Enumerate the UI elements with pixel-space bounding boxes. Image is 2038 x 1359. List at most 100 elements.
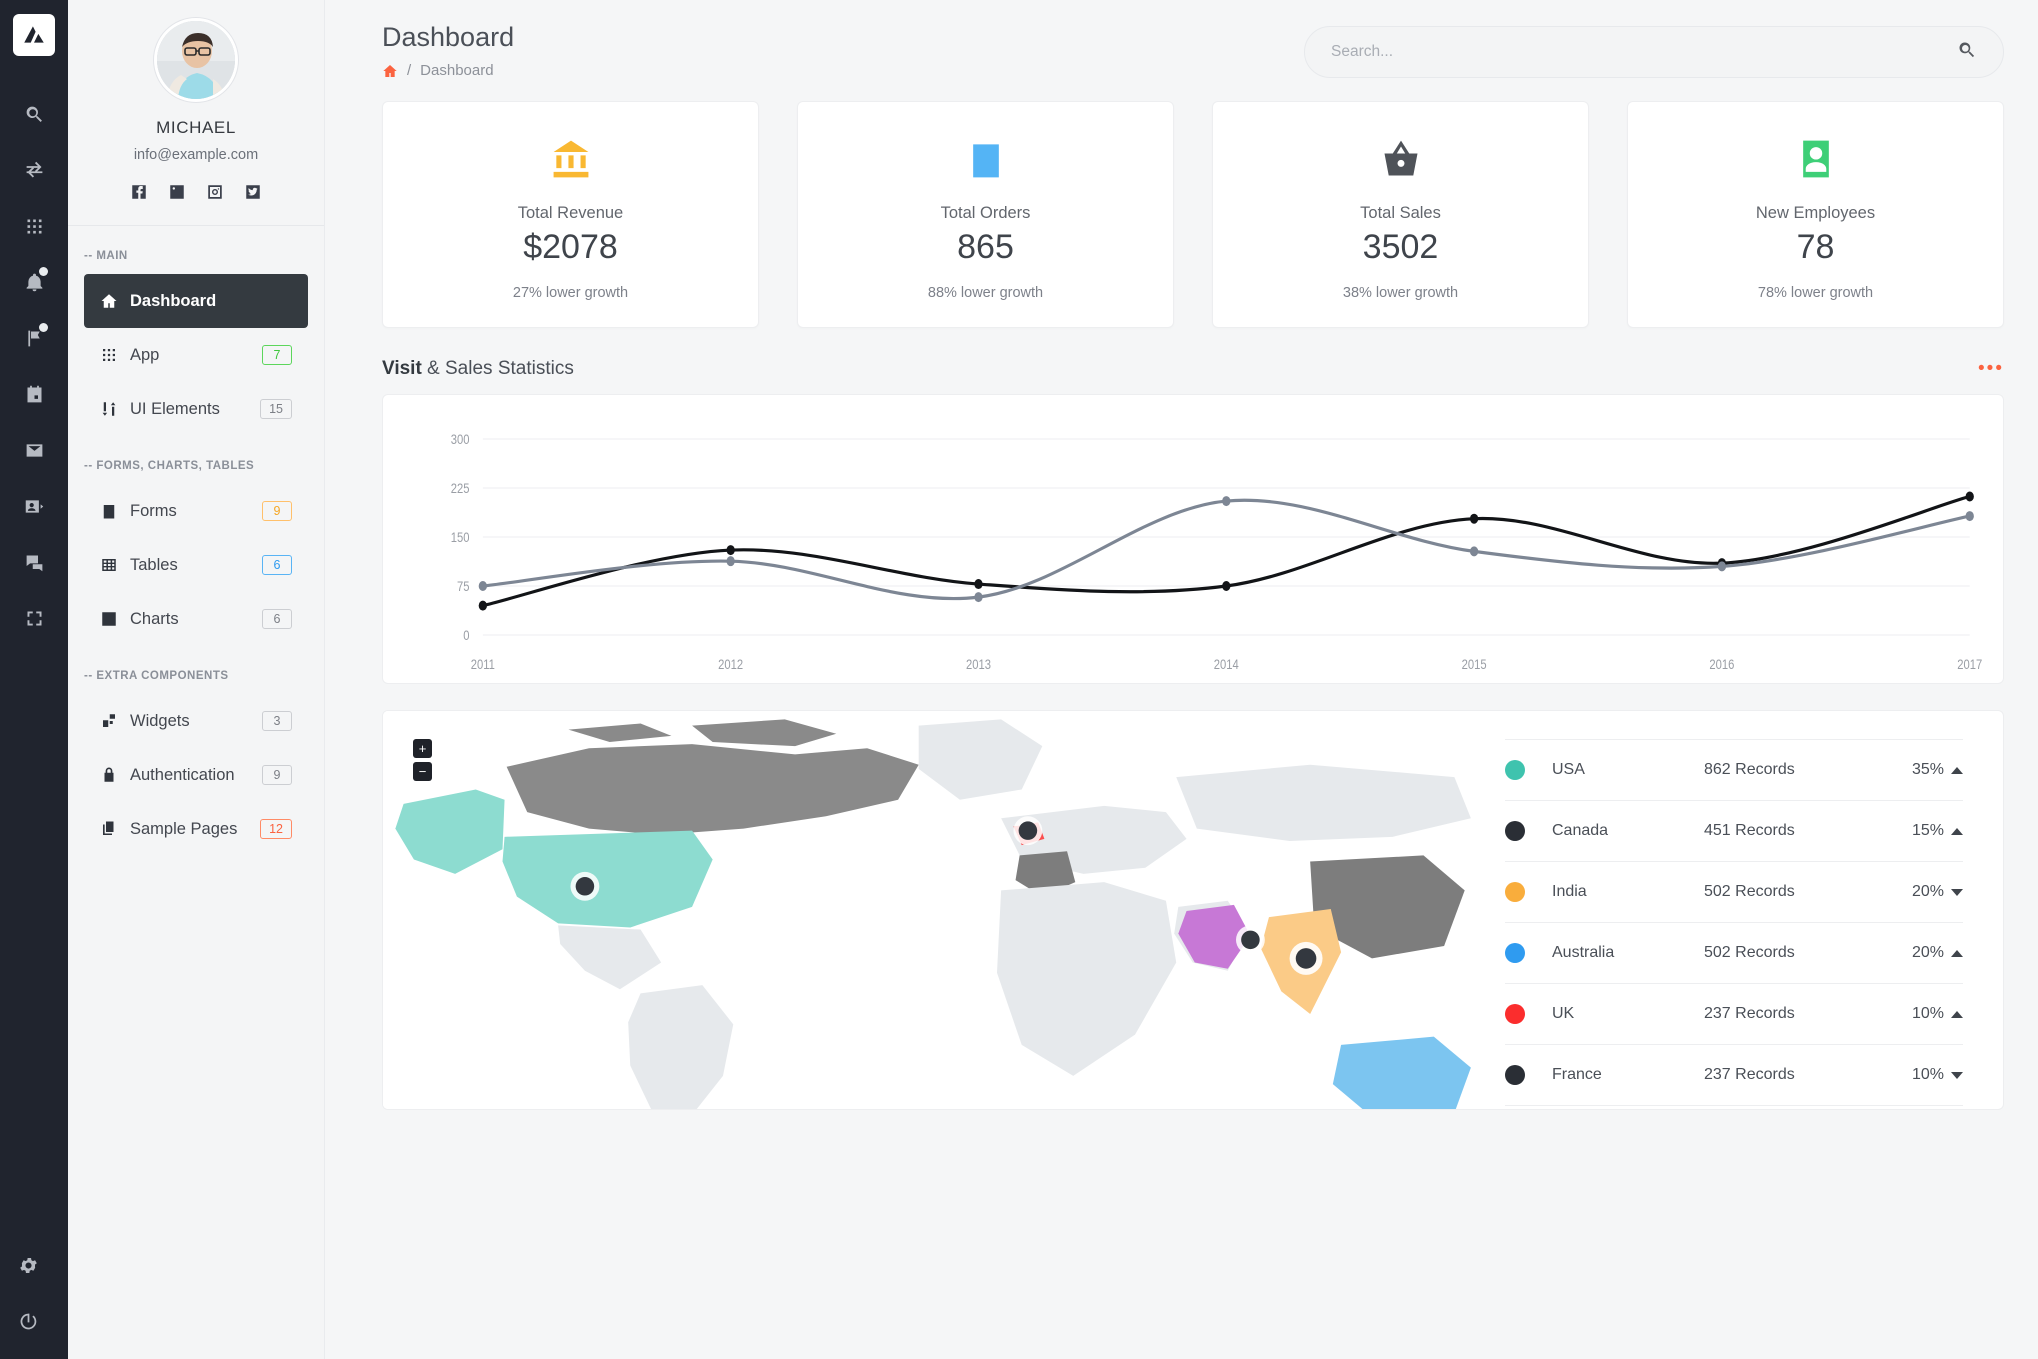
basket-icon: [1384, 140, 1417, 176]
zoom-in-button[interactable]: +: [413, 739, 432, 758]
fullscreen-icon[interactable]: [6, 590, 62, 646]
country-color-dot: [1505, 821, 1525, 841]
country-percent: 20%: [1911, 944, 1944, 961]
fullscreen-icon: [27, 611, 41, 625]
profile-email: info@example.com: [133, 147, 259, 163]
sidebar-item-ui-elements[interactable]: UI Elements 15: [84, 382, 308, 436]
search-bar[interactable]: [1304, 26, 2004, 78]
more-options-icon[interactable]: •••: [1978, 358, 2004, 380]
country-name: Australia: [1552, 944, 1615, 961]
svg-text:2016: 2016: [1709, 657, 1734, 672]
section-title-rest: & Sales Statistics: [421, 358, 574, 379]
app-logo-icon[interactable]: [13, 14, 55, 56]
icon-rail: [0, 0, 68, 1359]
map-marker-uk: [1013, 816, 1043, 846]
sidebar-item-tables[interactable]: Tables 6: [84, 538, 308, 592]
country-row[interactable]: Australia 502 Records 20%: [1505, 922, 1963, 983]
sidebar-nav: -- MAIN Dashboard App 7 UI Elements 15 -- FORM…: [68, 226, 324, 856]
clipboard-icon: [100, 502, 130, 520]
flag-icon[interactable]: [6, 310, 62, 366]
instagram-icon[interactable]: [206, 183, 224, 201]
trend-down-icon: [1951, 888, 1963, 896]
facebook-icon[interactable]: [130, 183, 148, 201]
lock-icon: [100, 766, 130, 784]
exchange-icon: [26, 161, 42, 177]
sidebar-item-sample-pages[interactable]: Sample Pages 12: [84, 802, 308, 856]
gear-icon[interactable]: [0, 1237, 56, 1293]
country-name: Canada: [1552, 822, 1609, 839]
country-color-dot: [1505, 882, 1525, 902]
stat-card[interactable]: Total Revenue $2078 27% lower growth: [382, 101, 759, 328]
bell-icon[interactable]: [6, 254, 62, 310]
country-percent: 35%: [1911, 761, 1944, 778]
stat-card[interactable]: New Employees 78 78% lower growth: [1627, 101, 2004, 328]
mail-icon[interactable]: [6, 422, 62, 478]
country-color-dot: [1505, 943, 1525, 963]
stat-label: New Employees: [1755, 204, 1876, 222]
country-row[interactable]: Germany237 Records10%: [1505, 1105, 1963, 1109]
contact-card-icon[interactable]: [6, 478, 62, 534]
page-title: Dashboard: [382, 22, 515, 52]
sidebar-item-label: UI Elements: [130, 399, 220, 418]
bank-icon: [553, 140, 588, 178]
sidebar-item-dashboard[interactable]: Dashboard: [84, 274, 308, 328]
country-row[interactable]: USA 862 Records 35%: [1505, 739, 1963, 800]
country-row[interactable]: France 237 Records 10%: [1505, 1044, 1963, 1105]
home-icon[interactable]: [382, 63, 398, 79]
rail-items: [6, 86, 62, 646]
stat-card[interactable]: Total Sales 3502 38% lower growth: [1212, 101, 1589, 328]
world-map[interactable]: + −: [383, 711, 1475, 1109]
calendar-icon: [27, 385, 41, 402]
linkedin-icon[interactable]: [168, 183, 186, 201]
search-icon[interactable]: [1957, 40, 1977, 65]
profile-name: MICHAEL: [156, 118, 236, 137]
sidebar-item-app[interactable]: App 7: [84, 328, 308, 382]
stat-card[interactable]: Total Orders 865 88% lower growth: [797, 101, 1174, 328]
sidebar-item-forms[interactable]: Forms 9: [84, 484, 308, 538]
sidebar-item-charts[interactable]: Charts 6: [84, 592, 308, 646]
sidebar-item-widgets[interactable]: Widgets 3: [84, 694, 308, 748]
sidebar-item-label: Widgets: [130, 711, 190, 730]
trend-down-icon: [1951, 1071, 1963, 1079]
sidebar-item-label: Tables: [130, 555, 178, 574]
chat-icon[interactable]: [6, 534, 62, 590]
search-icon[interactable]: [6, 86, 62, 142]
country-records: 237 Records: [1704, 1066, 1795, 1083]
trend-up-icon: [1951, 1010, 1963, 1018]
country-name: USA: [1552, 761, 1585, 778]
sidebar-group-label: -- MAIN: [84, 250, 128, 262]
avatar[interactable]: [154, 18, 238, 102]
visit-sales-chart-panel: 0 75 150 225 300 2011 2012 2013 2014 2015 2016 2017: [382, 394, 2004, 684]
search-icon: [26, 106, 42, 122]
ui-elements-icon: [102, 402, 116, 416]
contact-card-icon: [25, 499, 43, 513]
stat-label: Total Sales: [1360, 204, 1441, 222]
social-links: [68, 183, 324, 201]
power-icon[interactable]: [0, 1293, 56, 1349]
breadcrumb: / Dashboard: [382, 62, 1304, 79]
search-input[interactable]: [1331, 43, 1957, 61]
sidebar-item-authentication[interactable]: Authentication 9: [84, 748, 308, 802]
twitter-icon[interactable]: [244, 183, 262, 201]
country-row[interactable]: Canada 451 Records 15%: [1505, 800, 1963, 861]
calendar-icon[interactable]: [6, 366, 62, 422]
stat-value: 865: [957, 228, 1014, 266]
map-marker-saudi: [1235, 925, 1265, 955]
sidebar-badge: 6: [262, 555, 292, 575]
svg-text:2015: 2015: [1462, 657, 1487, 672]
country-row[interactable]: India 502 Records 20%: [1505, 861, 1963, 922]
map-panel: + − USA 862 Records 35% Canada 451 Records 15…: [382, 710, 2004, 1110]
svg-text:150: 150: [451, 530, 470, 545]
country-color-dot: [1505, 1004, 1525, 1024]
zoom-out-button[interactable]: −: [413, 762, 432, 781]
breadcrumb-current[interactable]: Dashboard: [420, 62, 493, 79]
country-row[interactable]: UK 237 Records 10%: [1505, 983, 1963, 1044]
exchange-icon[interactable]: [6, 142, 62, 198]
svg-text:0: 0: [463, 628, 469, 643]
sidebar-badge: 15: [260, 399, 292, 419]
sidebar: MICHAEL info@example.com -- MAIN Dashboar…: [68, 0, 325, 1359]
person-id-icon: [1638, 132, 1993, 186]
ui-elements-icon: [100, 400, 130, 418]
sidebar-group-label: -- FORMS, CHARTS, TABLES: [84, 460, 255, 472]
grid-apps-icon[interactable]: [6, 198, 62, 254]
